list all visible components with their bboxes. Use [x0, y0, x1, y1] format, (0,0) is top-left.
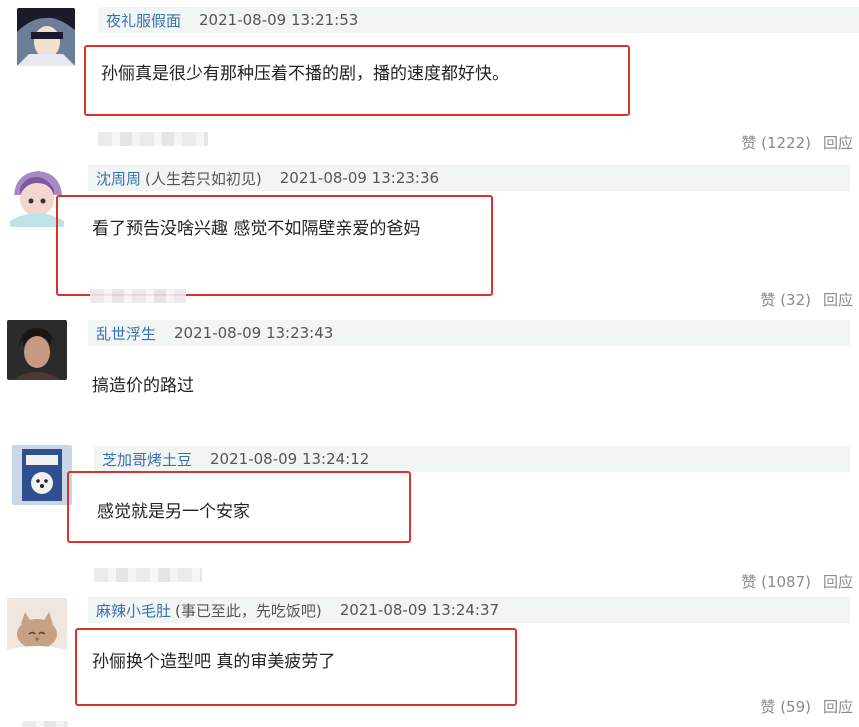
avatar[interactable]	[7, 598, 67, 658]
reply-button[interactable]: 回应	[823, 698, 853, 716]
avatar-image	[7, 598, 67, 658]
blurred-content	[22, 721, 68, 727]
comment-time: 2021-08-09 13:24:37	[339, 601, 500, 619]
user-signature: (事已至此，先吃饭吧)	[175, 601, 322, 620]
comment-item: 麻辣小毛肚 (事已至此，先吃饭吧) 2021-08-09 13:24:37 孙俪…	[0, 0, 859, 727]
comment-actions: 赞 (59) 回应	[760, 696, 853, 717]
username-link[interactable]: 麻辣小毛肚	[96, 600, 171, 621]
comment-meta: 麻辣小毛肚 (事已至此，先吃饭吧) 2021-08-09 13:24:37	[88, 597, 850, 623]
highlight-box	[75, 628, 517, 706]
like-button[interactable]: 赞 (59)	[760, 698, 811, 716]
